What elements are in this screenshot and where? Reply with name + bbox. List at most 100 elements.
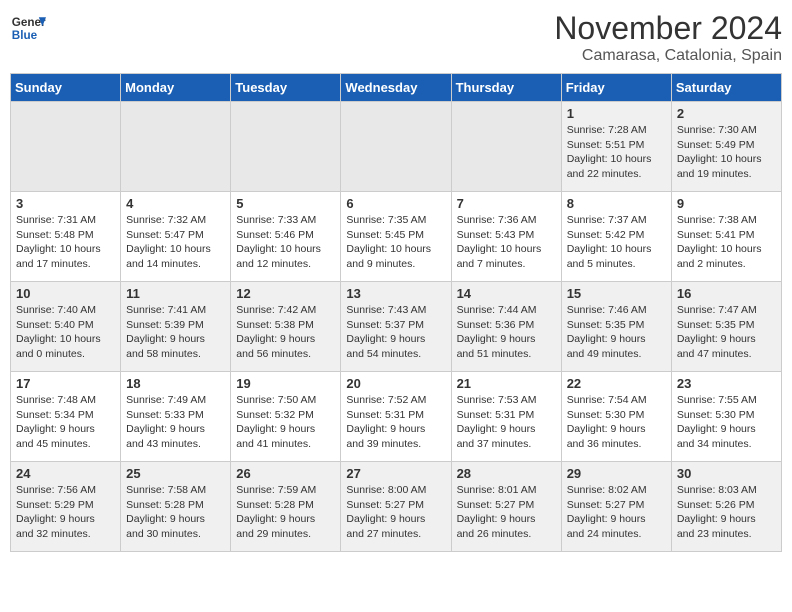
day-number: 22 xyxy=(567,376,666,391)
day-number: 17 xyxy=(16,376,115,391)
weekday-header: Monday xyxy=(121,74,231,102)
calendar-week-row: 24 Sunrise: 7:56 AM Sunset: 5:29 PM Dayli… xyxy=(11,462,782,552)
weekday-header: Tuesday xyxy=(231,74,341,102)
day-number: 12 xyxy=(236,286,335,301)
day-info: Sunrise: 7:52 AM Sunset: 5:31 PM Dayligh… xyxy=(346,393,445,452)
day-number: 11 xyxy=(126,286,225,301)
day-number: 2 xyxy=(677,106,776,121)
calendar-day-cell: 23 Sunrise: 7:55 AM Sunset: 5:30 PM Dayli… xyxy=(671,372,781,462)
location-title: Camarasa, Catalonia, Spain xyxy=(554,47,782,65)
day-info: Sunrise: 7:28 AM Sunset: 5:51 PM Dayligh… xyxy=(567,123,666,182)
day-info: Sunrise: 7:47 AM Sunset: 5:35 PM Dayligh… xyxy=(677,303,776,362)
day-info: Sunrise: 7:38 AM Sunset: 5:41 PM Dayligh… xyxy=(677,213,776,272)
day-number: 23 xyxy=(677,376,776,391)
day-info: Sunrise: 7:41 AM Sunset: 5:39 PM Dayligh… xyxy=(126,303,225,362)
calendar-day-cell: 12 Sunrise: 7:42 AM Sunset: 5:38 PM Dayli… xyxy=(231,282,341,372)
month-title: November 2024 xyxy=(554,10,782,47)
calendar-week-row: 10 Sunrise: 7:40 AM Sunset: 5:40 PM Dayli… xyxy=(11,282,782,372)
calendar-day-cell: 29Sunrise: 8:02 AM Sunset: 5:27 PM Dayli… xyxy=(561,462,671,552)
calendar-day-cell: 7Sunrise: 7:36 AM Sunset: 5:43 PM Daylig… xyxy=(451,192,561,282)
day-number: 14 xyxy=(457,286,556,301)
day-number: 30 xyxy=(677,466,776,481)
day-info: Sunrise: 7:32 AM Sunset: 5:47 PM Dayligh… xyxy=(126,213,225,272)
header: General Blue November 2024 Camarasa, Cat… xyxy=(10,10,782,65)
day-number: 26 xyxy=(236,466,335,481)
day-info: Sunrise: 7:56 AM Sunset: 5:29 PM Dayligh… xyxy=(16,483,115,542)
day-number: 3 xyxy=(16,196,115,211)
calendar-day-cell: 6 Sunrise: 7:35 AM Sunset: 5:45 PM Daylig… xyxy=(341,192,451,282)
calendar-day-cell: 20Sunrise: 7:52 AM Sunset: 5:31 PM Dayli… xyxy=(341,372,451,462)
day-number: 10 xyxy=(16,286,115,301)
calendar-day-cell xyxy=(11,102,121,192)
day-number: 1 xyxy=(567,106,666,121)
calendar-day-cell: 5 Sunrise: 7:33 AM Sunset: 5:46 PM Daylig… xyxy=(231,192,341,282)
calendar-table: SundayMondayTuesdayWednesdayThursdayFrid… xyxy=(10,73,782,552)
calendar-day-cell: 2 Sunrise: 7:30 AM Sunset: 5:49 PM Daylig… xyxy=(671,102,781,192)
day-number: 24 xyxy=(16,466,115,481)
calendar-day-cell: 26 Sunrise: 7:59 AM Sunset: 5:28 PM Dayli… xyxy=(231,462,341,552)
calendar-day-cell: 13 Sunrise: 7:43 AM Sunset: 5:37 PM Dayli… xyxy=(341,282,451,372)
day-info: Sunrise: 7:43 AM Sunset: 5:37 PM Dayligh… xyxy=(346,303,445,362)
calendar-day-cell xyxy=(121,102,231,192)
day-info: Sunrise: 7:49 AM Sunset: 5:33 PM Dayligh… xyxy=(126,393,225,452)
day-info: Sunrise: 7:50 AM Sunset: 5:32 PM Dayligh… xyxy=(236,393,335,452)
calendar-week-row: 3 Sunrise: 7:31 AM Sunset: 5:48 PM Daylig… xyxy=(11,192,782,282)
day-info: Sunrise: 7:48 AM Sunset: 5:34 PM Dayligh… xyxy=(16,393,115,452)
day-number: 28 xyxy=(457,466,556,481)
calendar-day-cell: 17 Sunrise: 7:48 AM Sunset: 5:34 PM Dayli… xyxy=(11,372,121,462)
svg-text:Blue: Blue xyxy=(12,29,38,42)
calendar-week-row: 17 Sunrise: 7:48 AM Sunset: 5:34 PM Dayli… xyxy=(11,372,782,462)
calendar-day-cell: 10 Sunrise: 7:40 AM Sunset: 5:40 PM Dayli… xyxy=(11,282,121,372)
calendar-day-cell xyxy=(341,102,451,192)
day-number: 13 xyxy=(346,286,445,301)
day-number: 5 xyxy=(236,196,335,211)
weekday-header: Sunday xyxy=(11,74,121,102)
day-info: Sunrise: 7:55 AM Sunset: 5:30 PM Dayligh… xyxy=(677,393,776,452)
calendar-day-cell: 14 Sunrise: 7:44 AM Sunset: 5:36 PM Dayli… xyxy=(451,282,561,372)
calendar-day-cell: 16 Sunrise: 7:47 AM Sunset: 5:35 PM Dayli… xyxy=(671,282,781,372)
calendar-day-cell xyxy=(231,102,341,192)
day-info: Sunrise: 7:40 AM Sunset: 5:40 PM Dayligh… xyxy=(16,303,115,362)
day-info: Sunrise: 8:01 AM Sunset: 5:27 PM Dayligh… xyxy=(457,483,556,542)
day-info: Sunrise: 7:42 AM Sunset: 5:38 PM Dayligh… xyxy=(236,303,335,362)
day-info: Sunrise: 7:46 AM Sunset: 5:35 PM Dayligh… xyxy=(567,303,666,362)
day-info: Sunrise: 8:02 AM Sunset: 5:27 PM Dayligh… xyxy=(567,483,666,542)
day-info: Sunrise: 8:00 AM Sunset: 5:27 PM Dayligh… xyxy=(346,483,445,542)
day-number: 4 xyxy=(126,196,225,211)
day-info: Sunrise: 7:44 AM Sunset: 5:36 PM Dayligh… xyxy=(457,303,556,362)
day-info: Sunrise: 7:31 AM Sunset: 5:48 PM Dayligh… xyxy=(16,213,115,272)
day-info: Sunrise: 7:30 AM Sunset: 5:49 PM Dayligh… xyxy=(677,123,776,182)
title-area: November 2024 Camarasa, Catalonia, Spain xyxy=(554,10,782,65)
day-info: Sunrise: 7:59 AM Sunset: 5:28 PM Dayligh… xyxy=(236,483,335,542)
day-info: Sunrise: 7:53 AM Sunset: 5:31 PM Dayligh… xyxy=(457,393,556,452)
day-number: 15 xyxy=(567,286,666,301)
calendar-day-cell: 27 Sunrise: 8:00 AM Sunset: 5:27 PM Dayli… xyxy=(341,462,451,552)
day-info: Sunrise: 7:54 AM Sunset: 5:30 PM Dayligh… xyxy=(567,393,666,452)
calendar-day-cell: 25Sunrise: 7:58 AM Sunset: 5:28 PM Dayli… xyxy=(121,462,231,552)
day-number: 16 xyxy=(677,286,776,301)
weekday-header-row: SundayMondayTuesdayWednesdayThursdayFrid… xyxy=(11,74,782,102)
calendar-day-cell: 24 Sunrise: 7:56 AM Sunset: 5:29 PM Dayli… xyxy=(11,462,121,552)
calendar-day-cell: 1 Sunrise: 7:28 AM Sunset: 5:51 PM Daylig… xyxy=(561,102,671,192)
day-info: Sunrise: 7:33 AM Sunset: 5:46 PM Dayligh… xyxy=(236,213,335,272)
day-info: Sunrise: 7:58 AM Sunset: 5:28 PM Dayligh… xyxy=(126,483,225,542)
calendar-day-cell: 11 Sunrise: 7:41 AM Sunset: 5:39 PM Dayli… xyxy=(121,282,231,372)
day-number: 18 xyxy=(126,376,225,391)
day-number: 27 xyxy=(346,466,445,481)
logo: General Blue xyxy=(10,10,46,46)
calendar-day-cell: 21Sunrise: 7:53 AM Sunset: 5:31 PM Dayli… xyxy=(451,372,561,462)
day-number: 6 xyxy=(346,196,445,211)
day-info: Sunrise: 7:37 AM Sunset: 5:42 PM Dayligh… xyxy=(567,213,666,272)
calendar-day-cell: 28 Sunrise: 8:01 AM Sunset: 5:27 PM Dayli… xyxy=(451,462,561,552)
day-number: 7 xyxy=(457,196,556,211)
day-info: Sunrise: 8:03 AM Sunset: 5:26 PM Dayligh… xyxy=(677,483,776,542)
logo-icon: General Blue xyxy=(10,10,46,46)
calendar-week-row: 1 Sunrise: 7:28 AM Sunset: 5:51 PM Daylig… xyxy=(11,102,782,192)
calendar-day-cell: 30 Sunrise: 8:03 AM Sunset: 5:26 PM Dayli… xyxy=(671,462,781,552)
calendar-day-cell: 15 Sunrise: 7:46 AM Sunset: 5:35 PM Dayli… xyxy=(561,282,671,372)
weekday-header: Thursday xyxy=(451,74,561,102)
day-number: 19 xyxy=(236,376,335,391)
day-info: Sunrise: 7:35 AM Sunset: 5:45 PM Dayligh… xyxy=(346,213,445,272)
calendar-day-cell xyxy=(451,102,561,192)
day-number: 9 xyxy=(677,196,776,211)
